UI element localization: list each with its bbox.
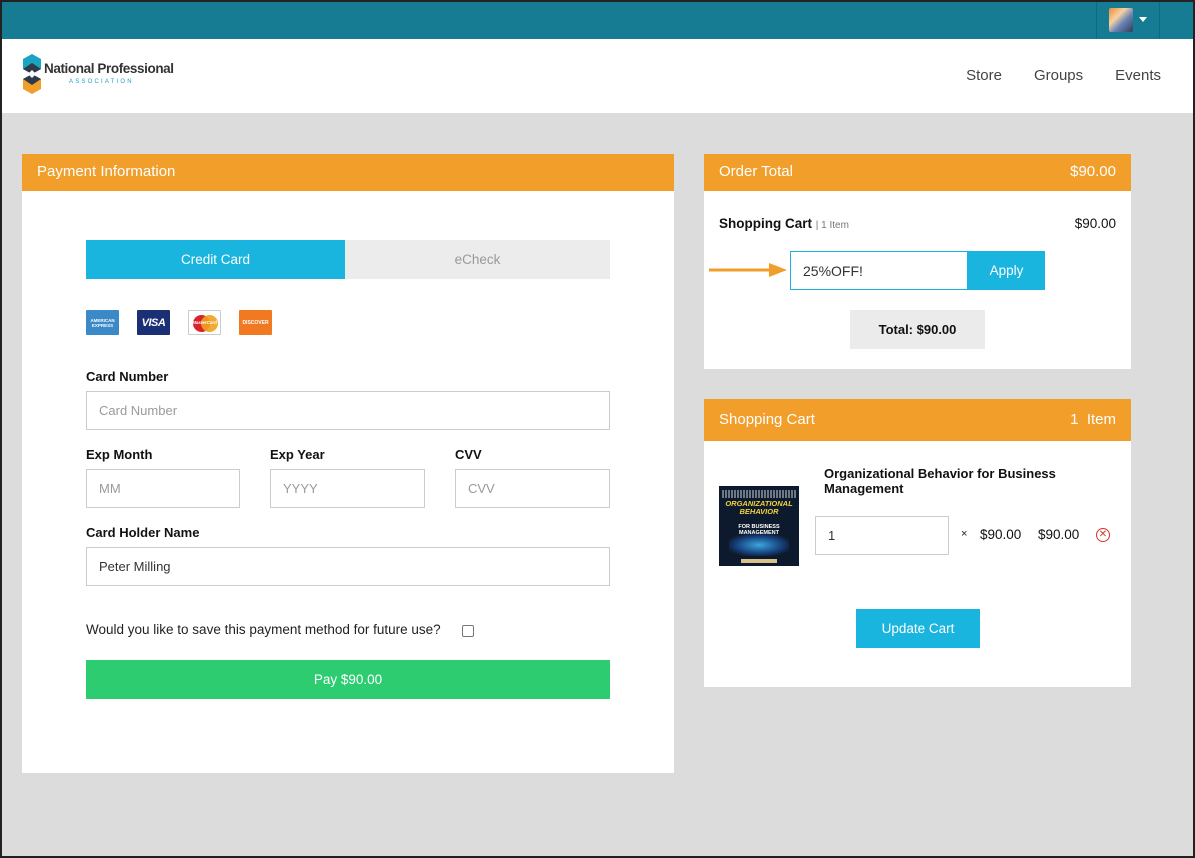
user-menu[interactable] — [1096, 0, 1160, 39]
line-total: $90.00 — [1038, 527, 1080, 542]
discover-icon: DISCOVER — [239, 310, 272, 335]
order-total-header-amount: $90.00 — [1070, 163, 1116, 180]
product-name[interactable]: Organizational Behavior for Business Man… — [824, 466, 1074, 496]
card-number-label: Card Number — [86, 369, 169, 384]
cvv-input[interactable] — [455, 469, 610, 508]
mastercard-icon: MasterCard — [188, 310, 221, 335]
cart-summary-label: Shopping Cart | 1 Item — [719, 216, 849, 231]
caret-down-icon[interactable] — [1139, 17, 1147, 22]
brand-name: National Professional — [44, 61, 174, 76]
remove-item-icon[interactable]: ✕ — [1096, 528, 1110, 542]
site-header: National Professional ASSOCIATION Store … — [0, 39, 1195, 113]
order-total-header: Order Total $90.00 — [704, 154, 1131, 191]
tab-echeck-label: eCheck — [454, 252, 501, 267]
order-total-title: Order Total — [719, 163, 793, 180]
arrow-right-icon — [709, 263, 787, 277]
brand-logo[interactable]: National Professional ASSOCIATION — [22, 53, 182, 95]
cvv-label: CVV — [455, 447, 482, 462]
shopping-cart-title: Shopping Cart — [719, 411, 815, 428]
payment-panel-header: Payment Information — [22, 154, 674, 191]
amex-icon: AMERICAN EXPRESS — [86, 310, 119, 335]
cart-summary-title: Shopping Cart — [719, 216, 812, 231]
times-sign: × — [961, 528, 968, 540]
shopping-cart-panel: Shopping Cart 1 Item ORGANIZATIONAL BEHA… — [704, 399, 1131, 687]
card-logos: AMERICAN EXPRESS VISA MasterCard DISCOVE… — [86, 310, 272, 335]
cart-summary-amount: $90.00 — [1074, 216, 1116, 231]
nav-store[interactable]: Store — [966, 67, 1002, 84]
save-payment-question: Would you like to save this payment meth… — [86, 622, 441, 637]
top-bar — [0, 0, 1195, 39]
tab-credit-card-label: Credit Card — [180, 252, 251, 267]
exp-year-label: Exp Year — [270, 447, 325, 462]
nav-groups[interactable]: Groups — [1034, 67, 1083, 84]
apply-coupon-button[interactable]: Apply — [968, 251, 1045, 290]
cart-summary-count: | 1 Item — [815, 220, 849, 231]
nav-events[interactable]: Events — [1115, 67, 1161, 84]
exp-month-label: Exp Month — [86, 447, 153, 462]
logo-hexagon-icon — [23, 54, 41, 94]
order-total-panel: Order Total $90.00 Shopping Cart | 1 Ite… — [704, 154, 1131, 369]
payment-panel: Payment Information Credit Card eCheck A… — [22, 154, 674, 773]
card-number-input[interactable] — [86, 391, 610, 430]
shopping-cart-header: Shopping Cart 1 Item — [704, 399, 1131, 441]
coupon-input[interactable] — [790, 251, 968, 290]
card-holder-input[interactable] — [86, 547, 610, 586]
payment-panel-title: Payment Information — [37, 163, 176, 180]
shopping-cart-count: 1 Item — [1070, 411, 1116, 428]
user-avatar[interactable] — [1109, 7, 1133, 32]
tab-echeck[interactable]: eCheck — [345, 240, 610, 279]
update-cart-button[interactable]: Update Cart — [856, 609, 980, 648]
exp-month-input[interactable] — [86, 469, 240, 508]
mastercard-text: MasterCard — [192, 320, 217, 325]
order-total-amount: Total: $90.00 — [850, 310, 985, 349]
save-payment-checkbox[interactable] — [462, 625, 474, 637]
exp-year-input[interactable] — [270, 469, 425, 508]
product-cover-title: ORGANIZATIONAL BEHAVIOR — [725, 499, 793, 516]
unit-price: $90.00 — [980, 527, 1022, 542]
visa-icon: VISA — [137, 310, 170, 335]
pay-button[interactable]: Pay $90.00 — [86, 660, 610, 699]
brand-tagline: ASSOCIATION — [69, 79, 134, 85]
quantity-input[interactable] — [815, 516, 949, 555]
card-holder-label: Card Holder Name — [86, 525, 200, 540]
product-cover-image[interactable]: ORGANIZATIONAL BEHAVIOR FOR BUSINESS MAN… — [719, 486, 799, 566]
main-nav: Store Groups Events — [966, 67, 1161, 84]
tab-credit-card[interactable]: Credit Card — [86, 240, 345, 279]
